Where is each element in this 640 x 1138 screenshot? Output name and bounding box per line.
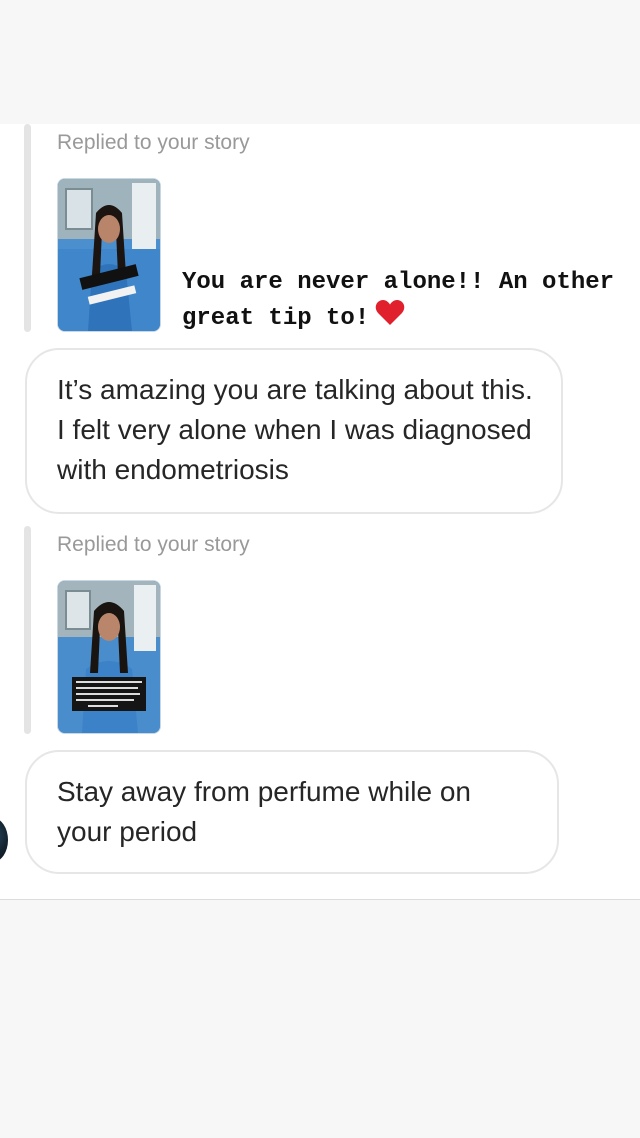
replied-to-story-label: Replied to your story (57, 533, 250, 556)
message-thread[interactable]: Replied to your story You are never alon… (0, 124, 640, 899)
reply-indicator-bar (24, 526, 31, 734)
message-bubble[interactable]: Stay away from perfume while on your per… (25, 750, 559, 874)
story-reply-2: Replied to your story (24, 526, 624, 736)
story-image (58, 179, 160, 331)
story-reply-1: Replied to your story You are never alon… (24, 124, 624, 334)
bottom-area (0, 899, 640, 1138)
story-thumbnail[interactable] (57, 178, 161, 332)
message-bubble[interactable]: It’s amazing you are talking about this.… (25, 348, 563, 514)
message-text: It’s amazing you are talking about this.… (57, 374, 533, 485)
story-caption: You are never alone!! An other great tip… (182, 266, 618, 338)
top-bar (0, 0, 640, 124)
message-text: Stay away from perfume while on your per… (57, 776, 471, 847)
reply-indicator-bar (24, 124, 31, 332)
replied-to-story-label: Replied to your story (57, 131, 250, 154)
story-thumbnail[interactable] (57, 580, 161, 734)
story-image (58, 581, 160, 733)
heart-icon (375, 299, 405, 338)
sender-avatar[interactable] (0, 818, 8, 862)
